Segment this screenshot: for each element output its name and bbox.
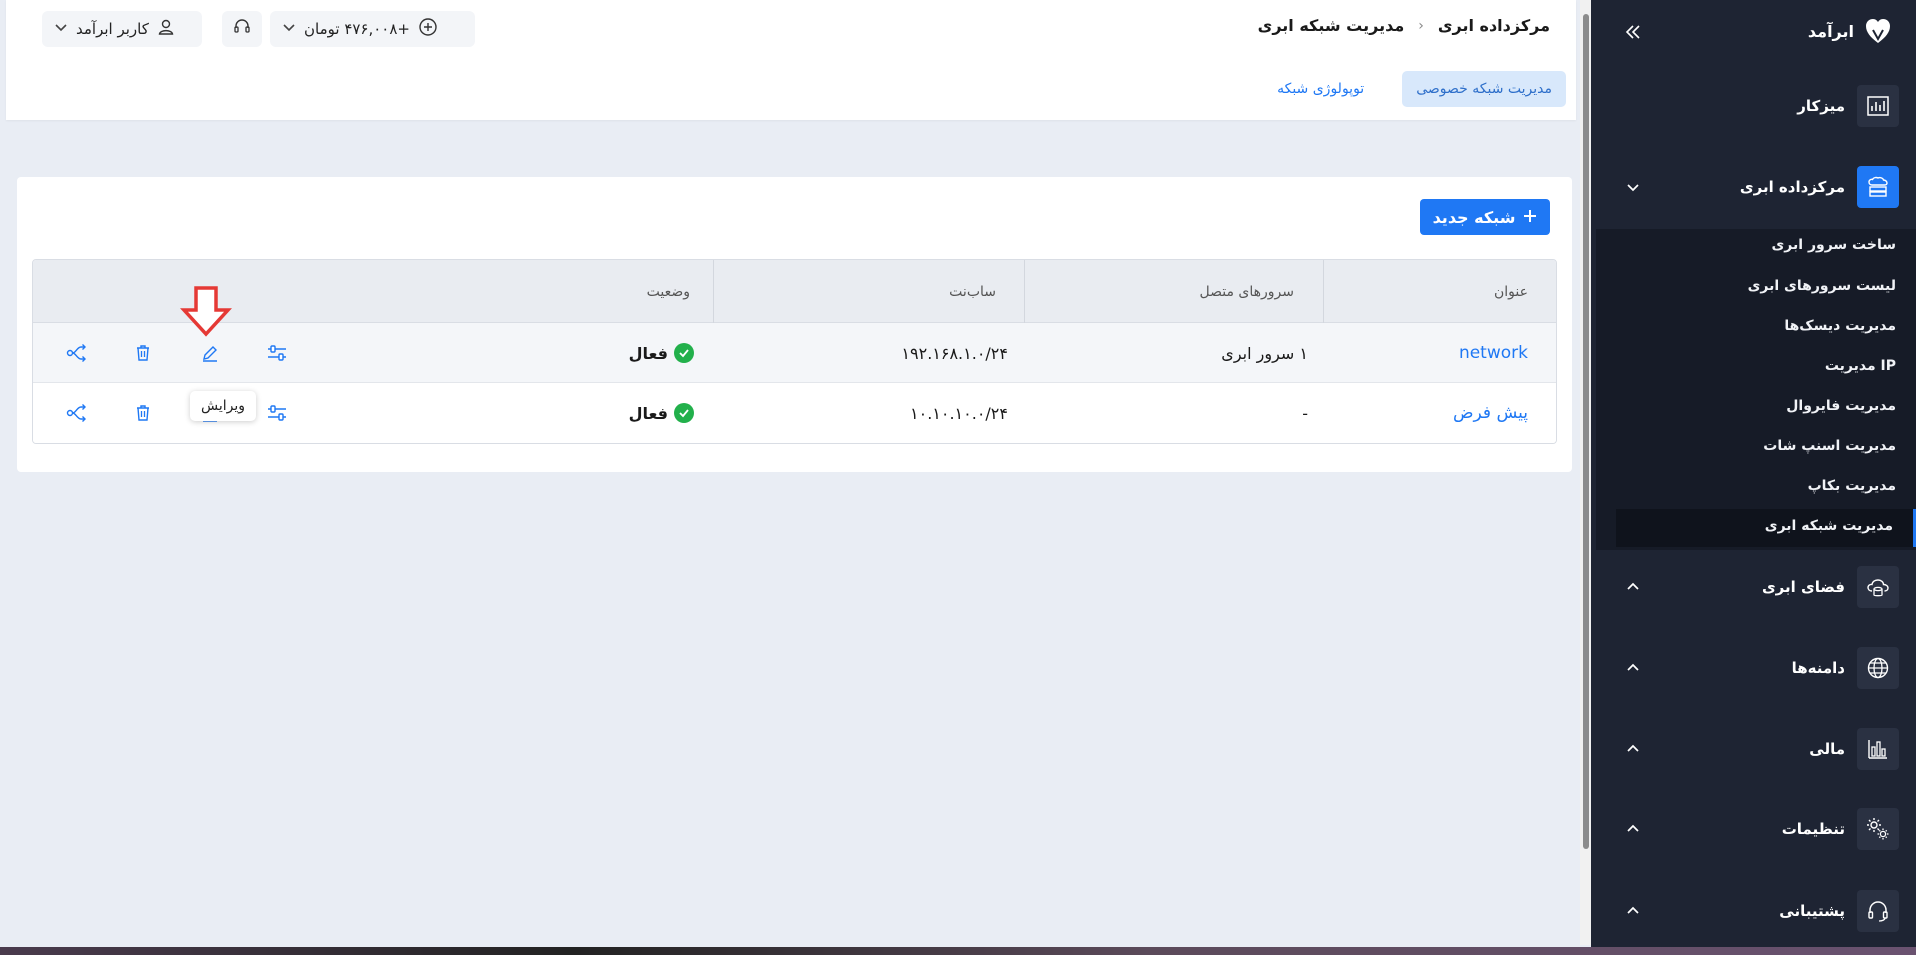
- settings-sliders-icon[interactable]: [265, 341, 289, 365]
- plus-icon: [1523, 208, 1537, 227]
- settings-sliders-icon[interactable]: [265, 401, 289, 425]
- sidebar-item-label: تنظیمات: [1781, 820, 1845, 838]
- balance-label: +۴۷۶,۰۰۸ تومان: [304, 20, 410, 38]
- chevron-up-icon: [1621, 817, 1645, 841]
- logo-mark-icon: [1864, 17, 1892, 45]
- chevron-up-icon: [1621, 737, 1645, 761]
- balance-button[interactable]: +۴۷۶,۰۰۸ تومان: [270, 11, 475, 47]
- breadcrumb-separator-icon: ‹: [1418, 17, 1424, 34]
- logo-text: ابرآمد: [1807, 21, 1854, 41]
- chevron-down-icon: [282, 20, 296, 38]
- breadcrumb-current: مدیریت شبکه ابری: [1257, 16, 1405, 35]
- support-button[interactable]: [222, 11, 262, 47]
- connect-share-icon[interactable]: [65, 341, 89, 365]
- submenu-server-list[interactable]: لیست سرورهای ابری: [1748, 278, 1896, 294]
- tab-private-network[interactable]: مدیریت شبکه خصوصی: [1402, 71, 1566, 107]
- edit-pencil-icon[interactable]: [198, 341, 222, 365]
- user-icon: [157, 18, 175, 40]
- headset-icon: [233, 18, 251, 40]
- network-title-link[interactable]: network: [1459, 323, 1528, 383]
- submenu-disks[interactable]: مدیریت دیسک‌ها: [1784, 318, 1896, 334]
- new-network-label: شبکه جدید: [1432, 207, 1516, 227]
- status-badge: فعال: [629, 383, 694, 443]
- connect-share-icon[interactable]: [65, 401, 89, 425]
- sidebar-item-finance[interactable]: مالی: [1611, 726, 1899, 772]
- sidebar-item-domains[interactable]: دامنه‌ها: [1611, 645, 1899, 691]
- sidebar-item-support[interactable]: پشتیبانی: [1611, 888, 1899, 934]
- logo[interactable]: ابرآمد: [1808, 14, 1892, 48]
- connected-servers: -: [1302, 403, 1308, 423]
- column-divider: [1024, 260, 1025, 323]
- delete-trash-icon[interactable]: [131, 341, 155, 365]
- check-circle-icon: [674, 343, 694, 363]
- user-label: کاربر ابرآمد: [76, 20, 149, 38]
- subnet-value: ۱۰.۱۰.۱۰.۰/۲۴: [910, 403, 1008, 423]
- submenu-cloud-network-active[interactable]: مدیریت شبکه ابری: [1616, 509, 1916, 547]
- chevron-down-icon: [54, 20, 68, 38]
- red-down-arrow-icon: [180, 286, 232, 338]
- status-text: فعال: [628, 343, 668, 363]
- submenu-backup[interactable]: مدیریت بکاپ: [1808, 478, 1896, 494]
- submenu-ip[interactable]: مدیریت IP: [1825, 358, 1896, 374]
- chevron-down-icon: [1621, 175, 1645, 199]
- taskbar-strip: [0, 947, 1916, 955]
- datacenter-submenu: ساخت سرور ابری لیست سرورهای ابری مدیریت …: [1596, 229, 1916, 550]
- submenu-create-server[interactable]: ساخت سرور ابری: [1771, 237, 1896, 253]
- delete-trash-icon[interactable]: [131, 401, 155, 425]
- sidebar-item-settings[interactable]: تنظیمات: [1611, 806, 1899, 852]
- column-divider: [713, 260, 714, 323]
- finance-chart-icon: [1857, 728, 1899, 770]
- column-status: وضعیت: [646, 283, 690, 300]
- tab-network-topology[interactable]: توپولوژی شبکه: [1263, 71, 1378, 107]
- chevron-up-icon: [1621, 899, 1645, 923]
- edit-tooltip: ویرایش: [190, 391, 256, 421]
- network-title-link[interactable]: پیش فرض: [1453, 383, 1528, 443]
- breadcrumb-datacenter[interactable]: مرکزداده ابری: [1438, 16, 1550, 35]
- table-header: عنوان سرورهای متصل ساب‌نت وضعیت: [33, 260, 1556, 323]
- sidebar-item-cloud-storage[interactable]: فضای ابری: [1611, 564, 1899, 610]
- sidebar-item-label: مالی: [1809, 740, 1845, 758]
- sidebar-item-label: مرکزداده ابری: [1739, 178, 1845, 196]
- column-subnet: ساب‌نت: [949, 283, 996, 300]
- networks-table: عنوان سرورهای متصل ساب‌نت وضعیت network …: [32, 259, 1557, 444]
- tabs: مدیریت شبکه خصوصی توپولوژی شبکه: [1263, 71, 1566, 107]
- connected-servers: ۱ سرور ابری: [1221, 343, 1308, 363]
- status-badge: فعال: [629, 323, 694, 383]
- sidebar-item-datacenter[interactable]: مرکزداده ابری: [1611, 164, 1899, 210]
- column-title: عنوان: [1494, 283, 1528, 300]
- column-divider: [1323, 260, 1324, 323]
- check-circle-icon: [674, 403, 694, 423]
- sidebar-item-label: میزکار: [1797, 97, 1845, 115]
- chevron-up-icon: [1621, 575, 1645, 599]
- sidebar-item-label: دامنه‌ها: [1791, 659, 1845, 677]
- new-network-button[interactable]: شبکه جدید: [1420, 199, 1550, 235]
- column-servers: سرورهای متصل: [1199, 283, 1295, 300]
- submenu-label: مدیریت شبکه ابری: [1764, 518, 1893, 534]
- datacenter-icon: [1857, 166, 1899, 208]
- dashboard-chart-icon: [1857, 85, 1899, 127]
- top-header: مرکزداده ابری ‹ مدیریت شبکه ابری کاربر ا…: [6, 0, 1576, 120]
- collapse-sidebar-icon[interactable]: [1621, 20, 1645, 44]
- subnet-value: ۱۹۲.۱۶۸.۱.۰/۲۴: [901, 343, 1008, 363]
- cloud-storage-icon: [1857, 566, 1899, 608]
- submenu-firewall[interactable]: مدیریت فایروال: [1786, 398, 1896, 414]
- networks-card: شبکه جدید عنوان سرورهای متصل ساب‌نت وضعی…: [17, 177, 1572, 472]
- table-row: network ۱ سرور ابری ۱۹۲.۱۶۸.۱.۰/۲۴ فعال: [33, 323, 1556, 383]
- gears-icon: [1857, 808, 1899, 850]
- sidebar-item-label: پشتیبانی: [1779, 902, 1845, 920]
- chevron-up-icon: [1621, 656, 1645, 680]
- table-row: پیش فرض - ۱۰.۱۰.۱۰.۰/۲۴ فعال: [33, 383, 1556, 443]
- breadcrumb: مرکزداده ابری ‹ مدیریت شبکه ابری: [1258, 16, 1550, 35]
- globe-icon: [1857, 647, 1899, 689]
- scrollbar-thumb[interactable]: [1583, 14, 1589, 849]
- sidebar-item-label: فضای ابری: [1761, 578, 1845, 596]
- headset-icon: [1857, 890, 1899, 932]
- status-text: فعال: [628, 403, 668, 423]
- sidebar-item-dashboard[interactable]: میزکار: [1611, 83, 1899, 129]
- submenu-snapshot[interactable]: مدیریت اسنپ شات: [1763, 438, 1896, 454]
- add-credit-icon: [418, 17, 438, 41]
- user-menu-button[interactable]: کاربر ابرآمد: [42, 11, 202, 47]
- sidebar: ابرآمد میزکار مرکزداده ابری ساخت سرور اب…: [1591, 0, 1916, 955]
